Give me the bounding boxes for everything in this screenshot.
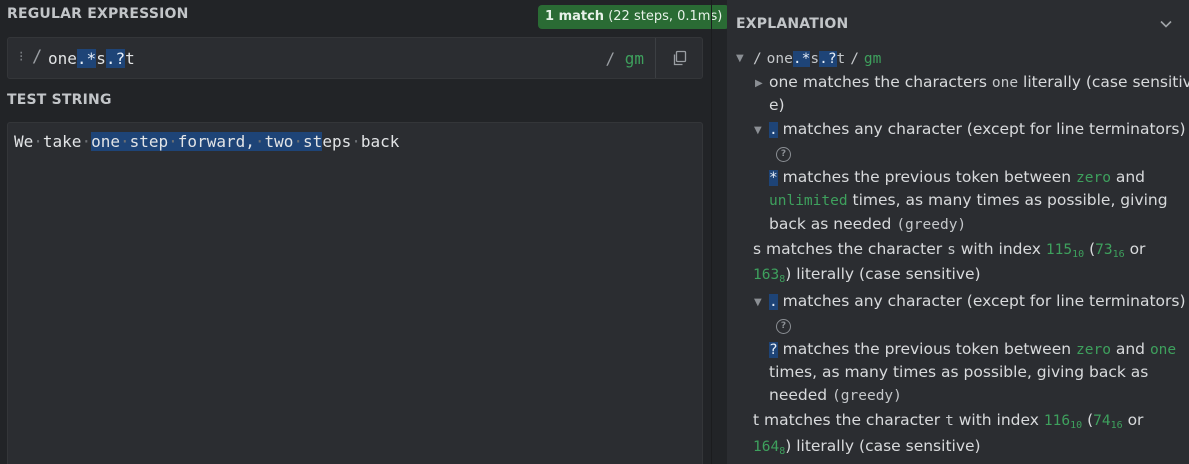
explanation-header: EXPLANATION xyxy=(736,16,849,32)
regex-flags-button[interactable]: / gm xyxy=(605,49,644,68)
explanation-item-t-cont: 1648) literally (case sensitive) xyxy=(753,437,981,457)
collapse-triangle-icon[interactable]: ▼ xyxy=(754,125,762,136)
explanation-item-s: s matches the character s with index 115… xyxy=(753,240,1146,260)
regex-token-question: ? xyxy=(115,49,126,68)
regex-header: REGULAR EXPRESSION xyxy=(7,6,189,22)
regex-token-star: * xyxy=(86,49,97,68)
regex-pattern[interactable]: one.*s.?t xyxy=(48,49,135,68)
help-icon[interactable]: ? xyxy=(776,319,791,334)
explanation-item-one-cont: e) xyxy=(769,96,785,114)
explanation-panel: EXPLANATION ▼ / one.*s.?t / gm ▶ one mat… xyxy=(727,0,1189,464)
regex-flags: gm xyxy=(624,49,644,68)
collapse-triangle-icon[interactable]: ▼ xyxy=(736,53,744,64)
expand-triangle-icon[interactable]: ▶ xyxy=(755,78,763,89)
match-detail: (22 steps, 0.1ms) xyxy=(608,9,723,24)
regex-part-t: t xyxy=(125,49,135,68)
pane-divider[interactable] xyxy=(711,0,712,464)
flags-delimiter: / xyxy=(605,49,616,68)
help-icon[interactable]: ? xyxy=(776,147,791,162)
collapse-triangle-icon[interactable]: ▼ xyxy=(754,297,762,308)
explanation-item-s-cont: 1638) literally (case sensitive) xyxy=(753,265,981,285)
test-string-editor[interactable]: We·take·one·step·forward,·two·steps·back xyxy=(7,122,703,464)
divider xyxy=(655,38,656,78)
explanation-item-dot[interactable]: . matches any character (except for line… xyxy=(769,120,1186,138)
explanation-item-dot[interactable]: . matches any character (except for line… xyxy=(769,292,1186,310)
drag-handle-icon[interactable]: ⁝ xyxy=(19,49,23,65)
explanation-root[interactable]: / one.*s.?t / gm xyxy=(753,49,881,67)
explanation-item-t: t matches the character t with index 116… xyxy=(753,411,1144,431)
regex-delimiter: / xyxy=(32,47,43,67)
explanation-item-question-cont: times, as many times as possible, giving… xyxy=(769,363,1149,381)
explanation-item-star-cont: back as needed (greedy) xyxy=(769,215,967,233)
explanation-item-one[interactable]: one matches the characters one literally… xyxy=(769,73,1189,91)
regex-input[interactable]: ⁝ / one.*s.?t / gm xyxy=(7,37,703,79)
chevron-down-icon[interactable] xyxy=(1159,17,1173,31)
test-string-header: TEST STRING xyxy=(7,92,112,108)
explanation-item-question-cont: needed (greedy) xyxy=(769,386,902,404)
match-count: 1 match xyxy=(545,9,605,24)
match-info-badge[interactable]: 1 match (22 steps, 0.1ms) xyxy=(538,5,730,29)
explanation-item-star-cont: unlimited times, as many times as possib… xyxy=(769,191,1168,209)
test-string-text[interactable]: We·take·one·step·forward,·two·steps·back xyxy=(14,132,399,151)
regex-part-s: s xyxy=(96,49,106,68)
explanation-item-star: * matches the previous token between zer… xyxy=(769,168,1146,186)
copy-icon[interactable] xyxy=(672,50,688,66)
regex-token-dot: . xyxy=(76,49,87,68)
plain-text: eps·back xyxy=(322,132,400,151)
regex-part-literal: one xyxy=(48,49,77,68)
explanation-item-question: ? matches the previous token between zer… xyxy=(769,340,1177,358)
plain-text: We·take· xyxy=(14,132,92,151)
match-highlight: one·step·forward,·two·st xyxy=(91,132,323,151)
